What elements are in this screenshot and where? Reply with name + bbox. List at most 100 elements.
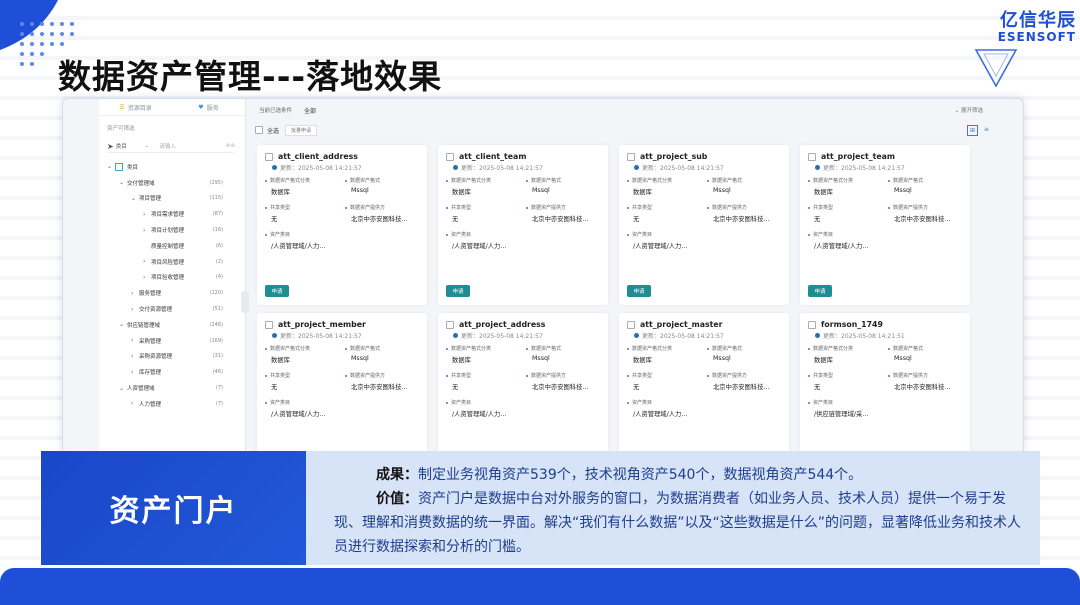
card-checkbox[interactable] [627,320,635,329]
asset-card[interactable]: att_project_master 更新：2025-05-08 14:21:57… [619,313,789,454]
apply-button[interactable]: 申请 [446,285,470,297]
clear-icon[interactable]: ⊗⊗ [226,143,235,149]
banner-text-panel: 成果：制定业务视角资产539个，技术视角资产540个，数据视角资产544个。 价… [306,451,1040,565]
chevron-right-icon[interactable]: › [131,400,139,407]
select-all-checkbox[interactable] [255,126,263,134]
card-title: att_project_sub [627,152,707,161]
value-line-3: 员进行数据探索和分析的门槛。 [334,539,530,555]
folder-icon [115,162,123,171]
catalog-icon: ☰ [119,103,125,111]
chevron-right-icon[interactable]: › [143,258,151,265]
chevron-down-icon[interactable]: ⌄ [119,321,127,328]
filter-all[interactable]: 全部 [304,106,316,115]
tab-service[interactable]: ♥ 服务 [172,99,245,115]
card-updated: 更新：2025-05-08 14:21:57 [453,163,543,172]
tree-node[interactable]: › 项目风险管理 (2) [99,254,245,270]
field-value: 数据库 [452,357,471,364]
tree-node[interactable]: › 项目验收管理 (4) [99,270,245,286]
asset-card[interactable]: formson_1749 更新：2025-05-08 14:21:51 数据资产格式… [800,313,970,454]
expand-filter-button[interactable]: ⌄ 展开筛选 [955,106,983,114]
field-label-text: 数据资产格式 [893,346,924,352]
card-checkbox[interactable] [265,320,273,329]
bullet-icon [526,179,528,182]
chevron-right-icon[interactable]: › [131,353,139,360]
card-updated: 更新：2025-05-08 14:21:51 [815,331,905,340]
batch-apply-button[interactable]: 批量申请 [285,124,318,136]
card-checkbox[interactable] [446,320,454,329]
tree-node-label: 人资管理域 [127,386,155,393]
tree-node[interactable]: ⌄ 人资管理域 (7) [99,380,245,396]
field-value: 无 [633,216,640,223]
card-checkbox[interactable] [808,152,816,161]
chevron-down-icon[interactable]: ⌄ [131,195,139,202]
updated-text: 更新：2025-05-08 14:21:57 [642,333,724,340]
field-label-text: 数据资产格式分类 [270,178,311,184]
clock-icon [634,333,639,338]
field-value: 无 [271,216,278,223]
apply-button[interactable]: 申请 [265,285,289,297]
asset-card[interactable]: att_project_team 更新：2025-05-08 14:21:57 数据… [800,145,970,305]
card-checkbox[interactable] [446,152,454,161]
result-label: 成果： [376,467,418,483]
field-label: 数据资产格式 [526,345,561,352]
card-checkbox[interactable] [265,152,273,161]
chevron-right-icon[interactable]: › [131,369,139,376]
chevron-down-icon[interactable]: ⌄ [119,179,127,186]
field-label: 资产类目 [446,399,471,406]
field-label-text: 共享类型 [270,373,291,379]
tree-node[interactable]: 质量控制管理 (6) [99,238,245,254]
tree-node[interactable]: ⌄ 交付管理域 (295) [99,175,245,191]
chevron-down-icon[interactable]: ⌄ [119,385,127,392]
asset-card[interactable]: att_client_team 更新：2025-05-08 14:21:57 数据资… [438,145,608,305]
tree-node[interactable]: › 项目计划管理 (16) [99,222,245,238]
field-value: Mssql [532,187,550,194]
asset-card[interactable]: att_project_member 更新：2025-05-08 14:21:57… [257,313,427,454]
tree-node[interactable]: › 服务管理 (120) [99,285,245,301]
chevron-right-icon[interactable]: › [131,290,139,297]
asset-card[interactable]: att_client_address 更新：2025-05-08 14:21:57… [257,145,427,305]
tree-node-count: (246) [209,321,223,328]
field-label: 数据资产格式分类 [627,177,672,184]
tree-node-count: (7) [215,385,223,392]
card-checkbox[interactable] [808,320,816,329]
apply-button[interactable]: 申请 [627,285,651,297]
tree-node[interactable]: › 项目需求管理 (87) [99,206,245,222]
field-label: 共享类型 [265,204,290,211]
clock-icon [815,333,820,338]
list-view-icon[interactable]: ≡ [982,125,991,134]
tree-node[interactable]: › 人力管理 (7) [99,396,245,412]
bullet-icon [808,206,810,209]
field-label-text: 数据资产提供方 [350,373,386,379]
tree-node[interactable]: ⌄ 供应链管理域 (246) [99,317,245,333]
tree-node[interactable]: ⌄ 类目 [99,159,245,175]
tree-node-count: (4) [215,274,223,281]
asset-card[interactable]: att_project_sub 更新：2025-05-08 14:21:57 数据资… [619,145,789,305]
chevron-right-icon[interactable]: › [143,274,151,281]
field-label: 数据资产提供方 [526,372,566,379]
card-checkbox[interactable] [627,152,635,161]
cursor-icon: ➤ [107,141,114,151]
collapse-handle[interactable] [241,291,249,313]
updated-text: 更新：2025-05-08 14:21:57 [642,165,724,172]
tree-node[interactable]: › 库存管理 (46) [99,364,245,380]
chevron-down-icon[interactable]: ⌄ [107,163,115,170]
apply-button[interactable]: 申请 [808,285,832,297]
chevron-right-icon[interactable]: › [143,227,151,234]
tree-node[interactable]: › 采购管理 (169) [99,333,245,349]
tab-resource-catalog[interactable]: ☰ 资源目录 [99,99,172,115]
category-select[interactable]: ➤ 类目 ⌄ 请输入 ⊗⊗ [107,140,235,153]
tree-node[interactable]: ⌄ 项目管理 (115) [99,191,245,207]
chevron-right-icon[interactable]: › [131,306,139,313]
chevron-right-icon[interactable]: › [131,337,139,344]
tree-node-count: (169) [209,337,223,344]
search-input[interactable]: 请输入 [159,142,176,150]
field-value: /人资管理域/人力... [271,411,326,418]
grid-view-icon[interactable]: ⊞ [967,124,978,136]
tree-node[interactable]: › 采购资源管理 (31) [99,349,245,365]
tree-node[interactable]: › 交付资源管理 (51) [99,301,245,317]
field-label-text: 数据资产提供方 [712,373,748,379]
chevron-right-icon[interactable]: › [143,211,151,218]
field-value: 无 [271,384,278,391]
asset-card[interactable]: att_project_address 更新：2025-05-08 14:21:5… [438,313,608,454]
field-label-text: 数据资产格式 [350,178,381,184]
